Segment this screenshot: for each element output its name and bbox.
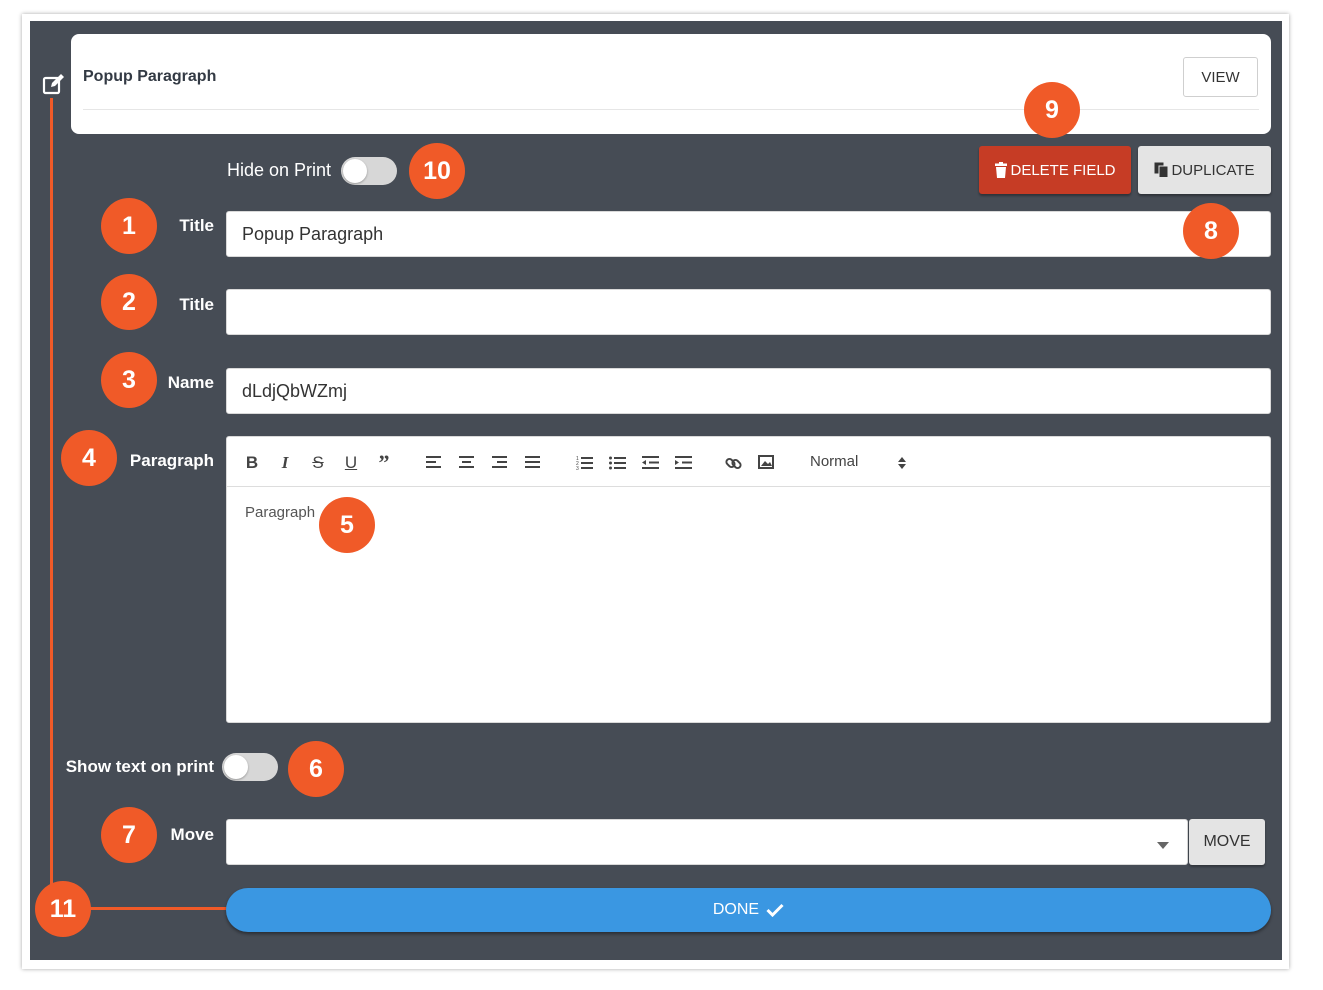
align-center-icon[interactable] xyxy=(456,452,478,474)
svg-text:3: 3 xyxy=(576,466,579,470)
done-label: DONE xyxy=(712,901,760,918)
paragraph-text[interactable]: Paragraph xyxy=(245,504,315,521)
caret-down-icon[interactable] xyxy=(1157,842,1169,849)
callout-badge: 11 xyxy=(35,881,91,937)
duplicate-label: DUPLICATE xyxy=(1171,161,1255,179)
image-icon[interactable] xyxy=(755,452,777,474)
indent-icon[interactable] xyxy=(672,452,694,474)
hide-on-print-toggle[interactable] xyxy=(341,157,397,185)
callout-badge: 4 xyxy=(61,430,117,486)
field-title: Popup Paragraph xyxy=(83,68,217,85)
align-left-icon[interactable] xyxy=(423,452,445,474)
ordered-list-icon[interactable]: 123 xyxy=(573,452,595,474)
hide-on-print-label: Hide on Print xyxy=(227,160,332,180)
move-select[interactable] xyxy=(226,819,1188,865)
view-button[interactable]: VIEW xyxy=(1183,57,1258,97)
delete-field-button[interactable]: DELETE FIELD xyxy=(979,146,1131,194)
strikethrough-icon[interactable]: S xyxy=(307,452,329,474)
connector-line-done xyxy=(88,907,228,910)
title-input[interactable]: Popup Paragraph xyxy=(226,211,1271,257)
underline-icon[interactable]: U xyxy=(340,452,362,474)
callout-badge: 9 xyxy=(1024,82,1080,138)
callout-badge: 8 xyxy=(1183,203,1239,259)
move-button[interactable]: MOVE xyxy=(1189,819,1265,865)
up-down-arrow-icon xyxy=(898,456,906,474)
blockquote-icon[interactable]: ” xyxy=(373,452,395,474)
checkmark-icon xyxy=(766,903,784,917)
callout-badge: 1 xyxy=(101,198,157,254)
italic-icon[interactable]: I xyxy=(274,452,296,474)
delete-field-label: DELETE FIELD xyxy=(1010,161,1116,179)
connector-line xyxy=(50,98,53,910)
toggle-knob xyxy=(343,159,367,183)
align-right-icon[interactable] xyxy=(489,452,511,474)
callout-badge: 3 xyxy=(101,352,157,408)
callout-badge: 7 xyxy=(101,807,157,863)
show-text-on-print-toggle[interactable] xyxy=(222,753,278,781)
trash-icon xyxy=(995,162,1008,178)
toggle-knob xyxy=(224,755,248,779)
callout-badge: 2 xyxy=(101,274,157,330)
align-justify-icon[interactable] xyxy=(522,452,544,474)
outdent-icon[interactable] xyxy=(639,452,661,474)
toolbar-divider xyxy=(227,486,1270,487)
paragraph-editor[interactable] xyxy=(226,436,1271,723)
done-button[interactable]: DONE xyxy=(226,888,1271,932)
duplicate-button[interactable]: DUPLICATE xyxy=(1138,146,1271,194)
edit-icon[interactable] xyxy=(42,72,66,96)
copy-icon xyxy=(1154,162,1169,178)
callout-badge: 5 xyxy=(319,497,375,553)
divider xyxy=(83,109,1259,110)
paragraph-label: Paragraph xyxy=(129,451,214,470)
callout-badge: 6 xyxy=(288,741,344,797)
header-card xyxy=(71,34,1271,134)
callout-badge: 10 xyxy=(409,143,465,199)
link-icon[interactable] xyxy=(722,452,744,474)
bullet-list-icon[interactable] xyxy=(606,452,628,474)
bold-icon[interactable]: B xyxy=(241,452,263,474)
title-input-2[interactable] xyxy=(226,289,1271,335)
show-text-on-print-label: Show text on print xyxy=(65,757,214,776)
name-input[interactable]: dLdjQbWZmj xyxy=(226,368,1271,414)
format-select[interactable]: Normal xyxy=(810,453,858,470)
